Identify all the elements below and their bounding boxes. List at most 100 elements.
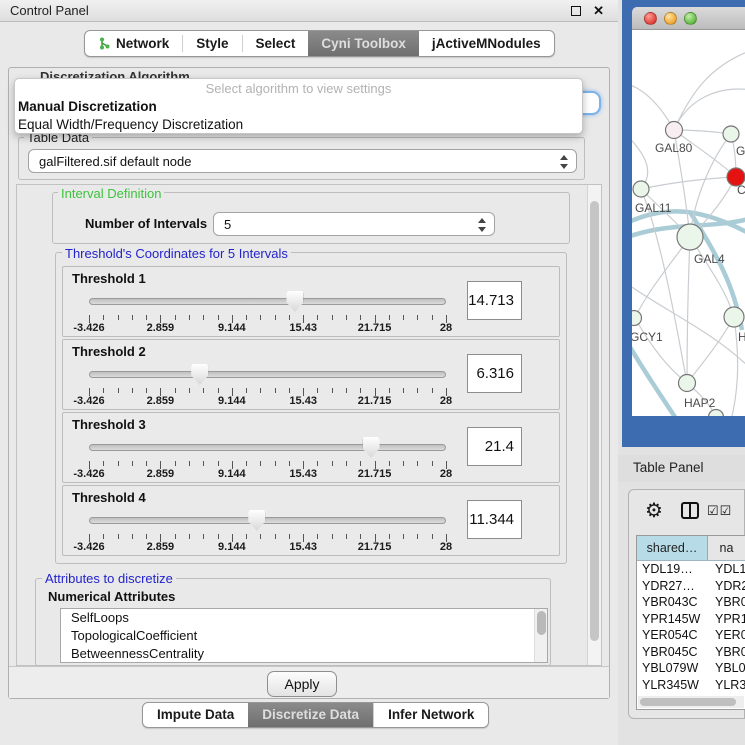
cell-shared-name[interactable]: YER054C (637, 627, 708, 644)
network-node[interactable] (723, 126, 739, 142)
column-header-shared[interactable]: shared… (637, 536, 708, 560)
slider-tick-labels: -3.4262.8599.14415.4321.71528 (89, 541, 446, 554)
attribute-list-item[interactable]: SelfLoops (61, 609, 547, 627)
cell-name[interactable]: YER0 (708, 627, 745, 644)
node-table[interactable]: shared… na YDL19…YDL1YDR27…YDR2YBR043CYB… (636, 535, 745, 710)
float-window-icon[interactable] (571, 6, 581, 16)
combo-stepper-icon[interactable] (476, 217, 487, 233)
column-header-name[interactable]: na (708, 536, 745, 560)
tab-jactivemnodules[interactable]: jActiveMNodules (419, 31, 554, 56)
tab-infer-network[interactable]: Infer Network (374, 703, 488, 727)
threshold-label: Threshold 1 (72, 271, 146, 286)
network-edge[interactable] (641, 189, 687, 383)
cell-shared-name[interactable]: YBR045C (637, 644, 708, 661)
table-row[interactable]: YBR045CYBR0 (637, 644, 745, 661)
close-icon[interactable]: ✕ (593, 3, 604, 19)
cell-name[interactable]: YBR0 (708, 644, 745, 661)
minimize-traffic-icon[interactable] (664, 12, 677, 25)
tab-discretize-data[interactable]: Discretize Data (248, 703, 373, 727)
thresholds-group-label: Threshold's Coordinates for 5 Intervals (62, 246, 291, 261)
slider-thumb[interactable] (191, 364, 208, 385)
cell-name[interactable]: YDL1 (708, 561, 745, 578)
cell-name[interactable]: YLR3 (708, 677, 745, 694)
columns-icon[interactable] (681, 502, 699, 519)
list-scrollbar[interactable] (534, 609, 547, 662)
table-row[interactable]: YBR043CYBR0 (637, 594, 745, 611)
cell-name[interactable]: YDR2 (708, 578, 745, 595)
slider-track[interactable] (89, 444, 446, 451)
network-edge[interactable] (674, 50, 745, 130)
table-row[interactable]: YLR345WYLR3 (637, 677, 745, 694)
apply-button[interactable]: Apply (267, 671, 337, 697)
network-edge[interactable] (732, 317, 738, 416)
tab-jactivemnodules-label: jActiveMNodules (432, 31, 541, 56)
tab-network[interactable]: Network (85, 31, 182, 56)
dropdown-option-equal-width[interactable]: Equal Width/Frequency Discretization (15, 116, 582, 134)
cell-shared-name[interactable]: YBR043C (637, 594, 708, 611)
cell-name[interactable]: YBL0 (708, 660, 745, 677)
network-edge[interactable] (632, 84, 674, 130)
scrollbar-thumb[interactable] (590, 201, 599, 641)
slider-track[interactable] (89, 371, 446, 378)
table-data-combobox[interactable]: galFiltered.sif default node (28, 149, 577, 173)
threshold-value-field[interactable]: 11.344 (467, 500, 522, 539)
table-row[interactable]: YBL079WYBL0 (637, 660, 745, 677)
horizontal-scrollbar-thumb[interactable] (640, 698, 736, 706)
network-window-titlebar[interactable] (632, 7, 745, 30)
network-window: GAL80GACGAL11GAL4GCY1HHAP2 (622, 0, 745, 447)
network-edge[interactable] (635, 318, 687, 383)
threshold-value-field[interactable]: 21.4 (467, 427, 522, 466)
tab-select[interactable]: Select (243, 31, 309, 56)
cell-shared-name[interactable]: YBL079W (637, 660, 708, 677)
list-scrollbar-thumb[interactable] (537, 611, 546, 635)
network-node[interactable] (677, 224, 703, 250)
network-node[interactable] (709, 410, 724, 417)
cell-shared-name[interactable]: YDL19… (637, 561, 708, 578)
network-edge[interactable] (632, 130, 648, 189)
network-edge[interactable] (641, 177, 736, 189)
checkbox-icons[interactable]: ☑☑ (707, 503, 732, 519)
threshold-label: Threshold 3 (72, 417, 146, 432)
tab-style[interactable]: Style (183, 31, 241, 56)
network-edge[interactable] (687, 237, 690, 383)
numerical-attributes-list[interactable]: SelfLoopsTopologicalCoefficientBetweenne… (60, 608, 548, 663)
close-traffic-icon[interactable] (644, 12, 657, 25)
cell-name[interactable]: YPR1 (708, 611, 745, 628)
combo-stepper-icon[interactable] (558, 154, 569, 170)
dropdown-hint-item[interactable]: Select algorithm to view settings (15, 79, 582, 98)
slider-track[interactable] (89, 298, 446, 305)
table-row[interactable]: YDR27…YDR2 (637, 578, 745, 595)
network-edge[interactable] (687, 317, 734, 383)
horizontal-scrollbar[interactable] (638, 696, 744, 708)
threshold-value-field[interactable]: 14.713 (467, 281, 522, 320)
slider-thumb[interactable] (248, 510, 265, 531)
cell-shared-name[interactable]: YDR27… (637, 578, 708, 595)
cell-shared-name[interactable]: YPR145W (637, 611, 708, 628)
table-row[interactable]: YER054CYER0 (637, 627, 745, 644)
cell-name[interactable]: YBR0 (708, 594, 745, 611)
number-of-intervals-combobox[interactable]: 5 (213, 212, 495, 236)
threshold-value-field[interactable]: 6.316 (467, 354, 522, 393)
attribute-list-item[interactable]: BetweennessCentrality (61, 645, 547, 663)
network-node[interactable] (633, 181, 649, 197)
tab-impute-data[interactable]: Impute Data (143, 703, 248, 727)
network-canvas[interactable]: GAL80GACGAL11GAL4GCY1HHAP2 (632, 30, 745, 416)
network-node[interactable] (724, 307, 744, 327)
slider-thumb[interactable] (286, 291, 303, 312)
network-node-label: GA (736, 144, 745, 158)
zoom-traffic-icon[interactable] (684, 12, 697, 25)
tab-cyni-toolbox[interactable]: Cyni Toolbox (308, 31, 419, 56)
cell-shared-name[interactable]: YLR345W (637, 677, 708, 694)
slider-track[interactable] (89, 517, 446, 524)
attribute-list-item[interactable]: TopologicalCoefficient (61, 627, 547, 645)
network-node[interactable] (679, 375, 696, 392)
network-node[interactable] (632, 311, 642, 326)
table-row[interactable]: YDL19…YDL1 (637, 561, 745, 578)
gear-icon[interactable]: ⚙ (645, 498, 663, 523)
vertical-scrollbar[interactable] (587, 185, 601, 665)
dropdown-option-manual[interactable]: Manual Discretization (15, 98, 582, 116)
network-node[interactable] (666, 122, 683, 139)
table-row[interactable]: YPR145WYPR1 (637, 611, 745, 628)
slider-thumb[interactable] (363, 437, 380, 458)
network-node-label: GAL4 (694, 252, 725, 266)
